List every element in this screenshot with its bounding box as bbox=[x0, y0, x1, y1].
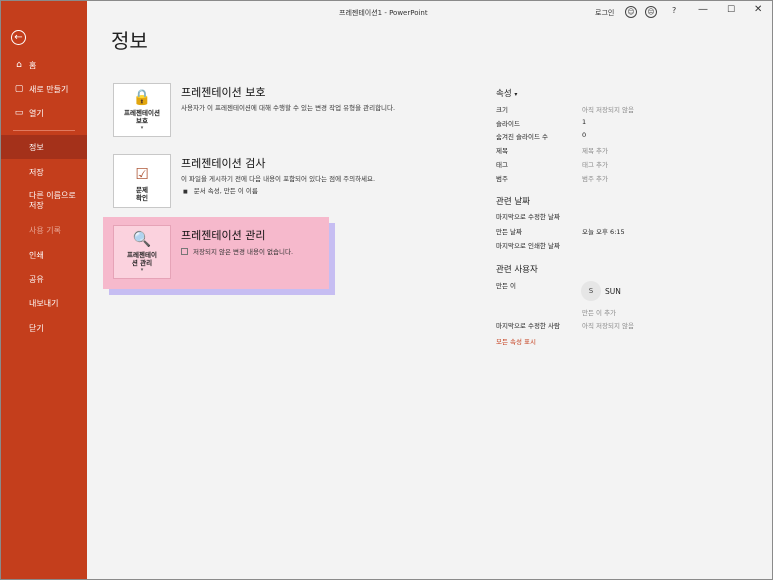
sidebar-item-label: 정보 bbox=[29, 142, 44, 152]
sidebar-item-label: 열기 bbox=[29, 108, 44, 118]
sidebar-item-label: 내보내기 bbox=[29, 298, 59, 308]
sidebar-item-share[interactable]: 공유 bbox=[1, 273, 87, 285]
card-label: 프레젠테이 션 관리 bbox=[127, 250, 157, 267]
prop-label-hidden-slides: 숨겨진 슬라이드 수 bbox=[496, 133, 548, 141]
bullet-icon: ■ bbox=[183, 189, 188, 195]
prop-value-hidden-slides: 0 bbox=[582, 131, 587, 139]
sidebar-item-save[interactable]: 저장 bbox=[1, 166, 87, 178]
prop-value-slides: 1 bbox=[582, 118, 587, 126]
login-button[interactable]: 로그인 bbox=[595, 8, 614, 18]
date-label-printed: 마지막으로 인쇄한 날짜 bbox=[496, 242, 560, 250]
sidebar-item-export[interactable]: 내보내기 bbox=[1, 297, 87, 309]
sidebar-item-home[interactable]: ⌂ 홈 bbox=[1, 59, 87, 71]
maximize-icon[interactable]: ☐ bbox=[727, 6, 735, 15]
sidebar-item-label: 홈 bbox=[29, 60, 37, 70]
sidebar-item-label: 닫기 bbox=[29, 323, 44, 333]
properties-header[interactable]: 속성 ▾ bbox=[496, 87, 517, 99]
prop-title-field[interactable]: 제목 추가 bbox=[582, 145, 608, 155]
prop-value-size: 아직 저장되지 않음 bbox=[582, 106, 634, 114]
back-arrow-icon[interactable]: ← bbox=[11, 30, 26, 45]
home-icon: ⌂ bbox=[16, 60, 22, 70]
date-value-created: 오늘 오후 6:15 bbox=[582, 228, 625, 236]
check-issues-button[interactable]: ☑ 문제 확인 bbox=[113, 154, 171, 208]
prop-label-slides: 슬라이드 bbox=[496, 120, 520, 128]
card-label: 문제 확인 bbox=[136, 185, 148, 202]
date-label-created: 만든 날짜 bbox=[496, 228, 522, 236]
card-label: 프레젠테이션 보호 bbox=[124, 108, 160, 125]
help-icon[interactable]: ? bbox=[672, 7, 676, 15]
manage-desc-text: 저장되지 않은 변경 내용이 없습니다. bbox=[193, 248, 294, 256]
info-pane: 정보 🔒 프레젠테이션 보호 ▾ 프레젠테이션 보호 사용자가 이 프레젠테이션… bbox=[87, 25, 772, 579]
date-label-modified: 마지막으로 수정한 날짜 bbox=[496, 213, 560, 221]
sidebar-item-save-as[interactable]: 다른 이름으로 저장 bbox=[1, 190, 87, 212]
chevron-down-icon: ▾ bbox=[514, 91, 518, 98]
sidebar-item-label: 다른 이름으로 저장 bbox=[29, 190, 76, 210]
sidebar-item-open[interactable]: ▭ 열기 bbox=[1, 107, 87, 119]
related-dates-header: 관련 날짜 bbox=[496, 197, 530, 207]
prop-label-tags: 태그 bbox=[496, 161, 508, 169]
frown-feedback-icon[interactable]: ☹ bbox=[645, 6, 657, 18]
related-people-header: 관련 사용자 bbox=[496, 265, 538, 275]
smile-feedback-icon[interactable]: ☺ bbox=[625, 6, 637, 18]
section-desc-protect: 사용자가 이 프레젠테이션에 대해 수행할 수 있는 변경 작업 유형을 관리합… bbox=[181, 104, 396, 112]
app-window: ← ⌂ 홈 ▢ 새로 만들기 ▭ 열기 정보 저장 다른 이름으로 저장 사용 … bbox=[0, 0, 773, 580]
section-desc-manage: 저장되지 않은 변경 내용이 없습니다. bbox=[181, 246, 293, 256]
section-title-protect: 프레젠테이션 보호 bbox=[181, 86, 266, 99]
prop-tags-field[interactable]: 태그 추가 bbox=[582, 159, 608, 169]
page-title: 정보 bbox=[111, 29, 148, 53]
bullet-text: 문서 속성, 만든 이 이름 bbox=[193, 187, 258, 195]
sidebar-item-info[interactable]: 정보 bbox=[1, 135, 87, 159]
prop-label-category: 범주 bbox=[496, 175, 508, 183]
chevron-down-icon: ▾ bbox=[140, 125, 144, 131]
add-author-field[interactable]: 만든 이 추가 bbox=[582, 307, 616, 317]
backstage-sidebar: ← ⌂ 홈 ▢ 새로 만들기 ▭ 열기 정보 저장 다른 이름으로 저장 사용 … bbox=[1, 1, 87, 579]
author-label: 만든 이 bbox=[496, 282, 517, 290]
avatar: S bbox=[581, 281, 601, 301]
inspect-document-icon: ☑ bbox=[135, 164, 149, 183]
show-all-properties-link[interactable]: 모든 속성 표시 bbox=[496, 336, 536, 346]
last-modified-by-value: 아직 저장되지 않음 bbox=[582, 322, 634, 330]
title-bar: 프레젠테이션1 - PowerPoint 로그인 ☺ ☹ ? — ☐ ✕ bbox=[87, 1, 772, 25]
prop-label-size: 크기 bbox=[496, 106, 508, 114]
sidebar-item-close[interactable]: 닫기 bbox=[1, 322, 87, 334]
protect-presentation-button[interactable]: 🔒 프레젠테이션 보호 ▾ bbox=[113, 83, 171, 137]
chevron-down-icon: ▾ bbox=[140, 267, 144, 273]
sidebar-item-label: 새로 만들기 bbox=[29, 84, 69, 94]
prop-label-title: 제목 bbox=[496, 147, 508, 155]
sidebar-item-new[interactable]: ▢ 새로 만들기 bbox=[1, 83, 87, 95]
section-title-inspect: 프레젠테이션 검사 bbox=[181, 157, 266, 170]
manage-search-icon: 🔍 bbox=[132, 229, 152, 248]
sidebar-item-label: 공유 bbox=[29, 274, 44, 284]
minimize-icon[interactable]: — bbox=[698, 5, 708, 15]
window-title: 프레젠테이션1 - PowerPoint bbox=[339, 9, 428, 17]
folder-icon: ▭ bbox=[14, 108, 24, 118]
sidebar-divider bbox=[13, 130, 75, 131]
author-name: SUN bbox=[605, 287, 621, 296]
new-document-icon: ▢ bbox=[14, 84, 24, 94]
close-icon[interactable]: ✕ bbox=[754, 5, 762, 15]
sidebar-item-label: 저장 bbox=[29, 167, 44, 177]
sidebar-item-label: 인쇄 bbox=[29, 250, 44, 260]
sidebar-item-history: 사용 기록 bbox=[1, 224, 87, 236]
prop-category-field[interactable]: 범주 추가 bbox=[582, 173, 608, 183]
lock-icon: 🔒 bbox=[132, 87, 152, 106]
last-modified-by-label: 마지막으로 수정한 사람 bbox=[496, 322, 560, 330]
manage-presentation-button[interactable]: 🔍 프레젠테이 션 관리 ▾ bbox=[113, 225, 171, 279]
sidebar-item-label: 사용 기록 bbox=[29, 225, 61, 235]
list-item: ■ 문서 속성, 만든 이 이름 bbox=[183, 185, 258, 195]
section-desc-inspect: 이 파일을 게시하기 전에 다음 내용이 포함되어 있다는 점에 주의하세요. bbox=[181, 175, 376, 183]
document-icon bbox=[181, 248, 188, 255]
sidebar-item-print[interactable]: 인쇄 bbox=[1, 249, 87, 261]
section-title-manage: 프레젠테이션 관리 bbox=[181, 229, 266, 242]
properties-header-text: 속성 bbox=[496, 89, 515, 99]
